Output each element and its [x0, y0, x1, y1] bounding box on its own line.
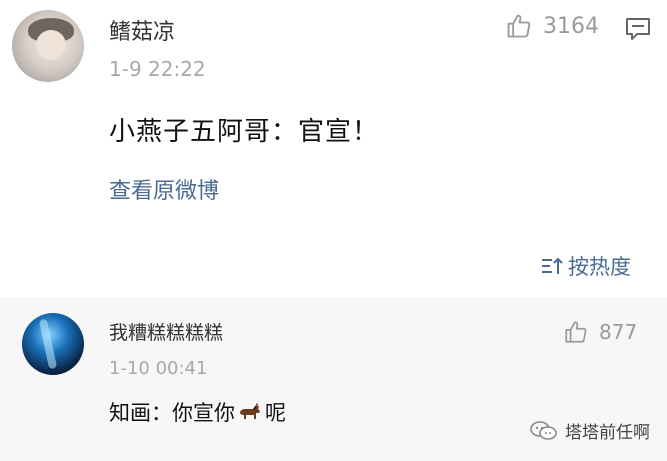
reply-like-count: 877 [599, 320, 638, 344]
sort-by-popularity[interactable]: 按热度 [540, 251, 631, 281]
horse-emoji-icon [240, 403, 260, 419]
watermark: 塔塔前任啊 [529, 418, 650, 443]
thumbs-up-icon [507, 14, 531, 38]
like-button[interactable]: 3164 [505, 12, 599, 40]
comment-text: 小燕子五阿哥：官宣！ [109, 117, 380, 147]
like-count: 3164 [543, 13, 599, 39]
watermark-label: 塔塔前任啊 [565, 423, 650, 443]
reply-username[interactable]: 我糟糕糕糕糕 [109, 318, 223, 345]
reply-button[interactable] [624, 16, 652, 42]
avatar[interactable] [12, 10, 84, 82]
reply-like-button[interactable]: 877 [563, 319, 637, 345]
reply-avatar[interactable] [22, 313, 84, 375]
wechat-icon [530, 420, 557, 440]
sort-label: 按热度 [568, 255, 631, 279]
sort-icon [542, 257, 563, 274]
timestamp: 1-9 22:22 [109, 57, 206, 81]
reply-text-before: 知画：你宣你 [109, 401, 235, 425]
avatar-face [36, 30, 66, 60]
comment-bubble-icon [626, 18, 650, 40]
reply-text-after: 呢 [265, 401, 286, 425]
thumbs-up-icon [565, 321, 587, 343]
main-comment: 鳍菇凉 1-9 22:22 3164 小燕子五阿哥：官宣！ 查看原微博 按热度 [0, 0, 667, 297]
username[interactable]: 鳍菇凉 [109, 14, 175, 46]
reply-text: 知画：你宣你 呢 [109, 397, 286, 427]
view-original-link[interactable]: 查看原微博 [109, 173, 219, 205]
reply-timestamp: 1-10 00:41 [109, 358, 208, 379]
avatar-light-beam [38, 318, 58, 370]
